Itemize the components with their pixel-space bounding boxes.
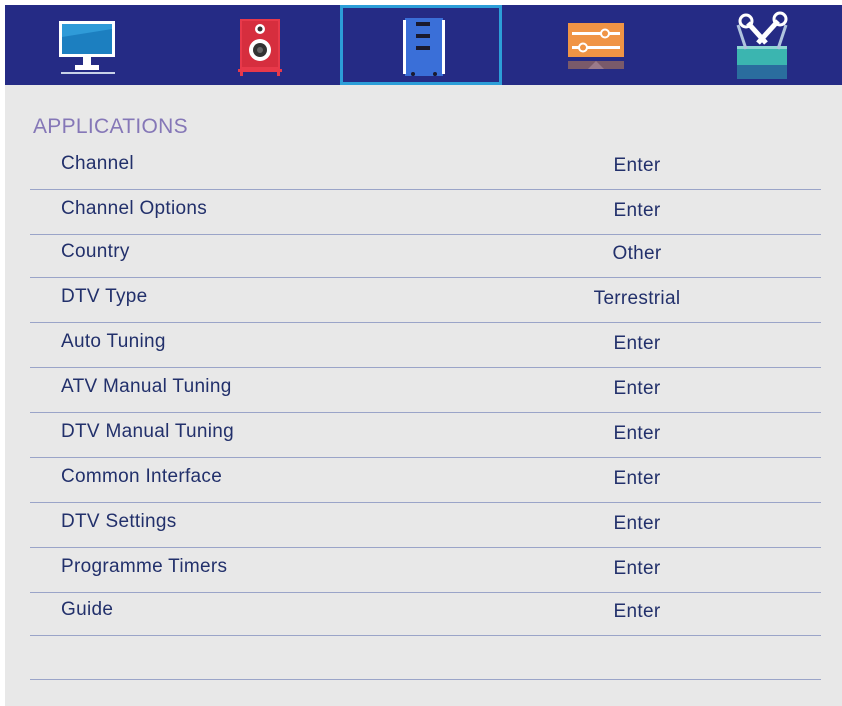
empty-menu-row: [30, 635, 821, 680]
menu-item-label: Country: [61, 241, 130, 262]
menu-item-label: Common Interface: [61, 466, 223, 487]
menu-item-value: Enter: [613, 513, 661, 534]
menu-item-value: Enter: [613, 378, 661, 399]
menu-item-dtv-type[interactable]: DTV Type Terrestrial: [30, 277, 821, 323]
tab-channel[interactable]: [340, 5, 502, 85]
menu-item-channel[interactable]: Channel Enter: [30, 144, 821, 190]
tab-tools[interactable]: [680, 5, 830, 85]
menu-item-common-interface[interactable]: Common Interface Enter: [30, 457, 821, 503]
menu-item-label: Channel Options: [61, 198, 208, 219]
menu-item-value: Enter: [613, 155, 661, 176]
menu-item-channel-options[interactable]: Channel Options Enter: [30, 189, 821, 235]
menu-item-value: Enter: [613, 333, 661, 354]
menu-item-label: Guide: [61, 599, 114, 620]
menu-item-programme-timers[interactable]: Programme Timers Enter: [30, 547, 821, 593]
tab-bar: [5, 5, 842, 85]
section-title: APPLICATIONS: [33, 115, 188, 138]
menu-item-label: ATV Manual Tuning: [61, 376, 232, 397]
tools-icon: [736, 11, 788, 79]
menu-item-guide[interactable]: Guide Enter: [30, 590, 821, 636]
menu-item-auto-tuning[interactable]: Auto Tuning Enter: [30, 322, 821, 368]
speaker-icon: [238, 19, 282, 76]
menu-item-label: Channel: [61, 153, 134, 174]
menu-item-label: Programme Timers: [61, 556, 228, 577]
menu-item-dtv-settings[interactable]: DTV Settings Enter: [30, 502, 821, 548]
menu-item-atv-manual-tuning[interactable]: ATV Manual Tuning Enter: [30, 367, 821, 413]
tab-sound[interactable]: [180, 5, 330, 85]
menu-item-value: Enter: [613, 601, 661, 622]
monitor-icon: [59, 21, 115, 74]
menu-item-value: Other: [612, 243, 662, 264]
menu-item-value: Terrestrial: [593, 288, 681, 309]
menu-item-label: DTV Settings: [61, 511, 177, 532]
channel-icon: [403, 18, 445, 76]
menu-item-label: DTV Type: [61, 286, 148, 307]
menu-item-value: Enter: [613, 558, 661, 579]
menu-item-value: Enter: [613, 468, 661, 489]
tab-picture[interactable]: [25, 5, 175, 85]
tab-setup[interactable]: [510, 5, 660, 85]
menu-item-label: Auto Tuning: [61, 331, 166, 352]
menu-item-value: Enter: [613, 423, 661, 444]
menu-item-label: DTV Manual Tuning: [61, 421, 235, 442]
menu-item-dtv-manual-tuning[interactable]: DTV Manual Tuning Enter: [30, 412, 821, 458]
tv-settings-menu: APPLICATIONS Channel Enter Channel Optio…: [5, 5, 842, 706]
menu-item-value: Enter: [613, 200, 661, 221]
sliders-icon: [568, 23, 624, 69]
menu-item-country[interactable]: Country Other: [30, 232, 821, 278]
